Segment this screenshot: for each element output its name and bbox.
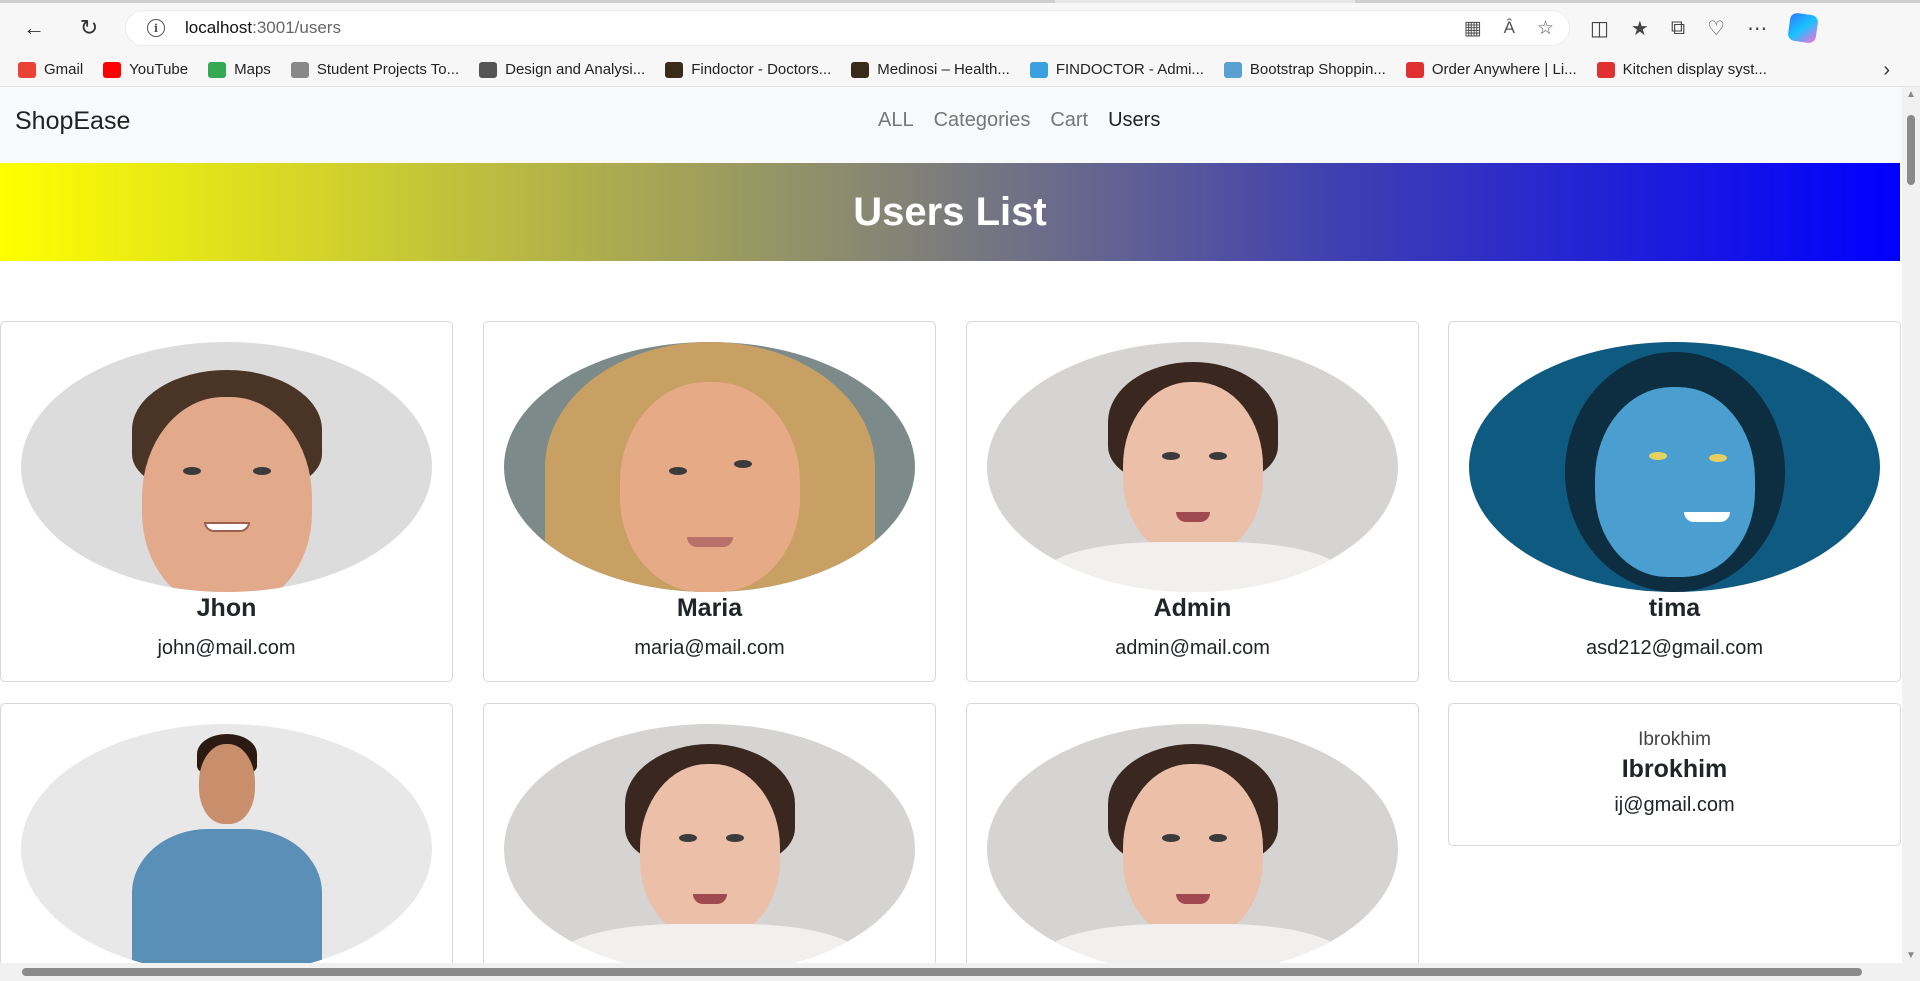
bookmarks-more-chevron-icon[interactable]: › [1883,59,1890,82]
user-name: Ibrokhim [1621,755,1728,783]
site-info-icon[interactable]: i [147,19,165,37]
user-photo [504,724,915,974]
bookmark-item[interactable]: Student Projects To... [290,61,460,78]
nav-link-users[interactable]: Users [1108,109,1160,132]
bookmark-label: Maps [234,61,271,78]
bookmark-favicon-icon [479,61,498,78]
user-email: admin@mail.com [1115,637,1270,659]
bookmark-favicon-icon [290,61,309,78]
bookmark-label: Order Anywhere | Li... [1431,61,1577,78]
read-aloud-icon[interactable]: Â [1504,18,1515,38]
bookmark-item[interactable]: Bootstrap Shoppin... [1223,61,1386,78]
user-photo [1469,342,1880,592]
split-screen-icon[interactable]: ◫ [1590,16,1609,41]
bookmark-favicon-icon [851,61,870,78]
copilot-icon[interactable] [1787,12,1819,44]
url-path: :3001/users [252,18,341,37]
bookmark-favicon-icon [208,61,227,78]
bookmark-item[interactable]: FINDOCTOR - Admi... [1029,61,1204,78]
brand-logo[interactable]: ShopEase [15,107,130,136]
user-photo [987,342,1398,592]
bookmark-label: YouTube [129,61,189,78]
bookmark-label: Student Projects To... [316,61,460,78]
user-card: Ibrokhim Ibrokhim ij@gmail.com [1448,703,1901,846]
nav-link-all[interactable]: ALL [878,109,914,132]
back-arrow-icon[interactable]: ← [17,11,51,45]
users-banner: Users List [0,163,1900,261]
user-card: Maria maria@mail.com [483,321,936,682]
address-bar[interactable]: i localhost:3001/users ▦ Â ☆ [125,10,1570,46]
user-photo [987,724,1398,974]
bookmark-favicon-icon [1596,61,1615,78]
bookmark-label: Design and Analysi... [505,61,646,78]
bookmark-favicon-icon [1405,61,1424,78]
user-email: maria@mail.com [634,637,785,659]
user-name: Jhon [196,594,257,622]
bookmark-label: Bootstrap Shoppin... [1249,61,1386,78]
page-viewport: ShopEase ALL Categories Cart Users Users… [0,87,1920,981]
bookmark-item[interactable]: Design and Analysi... [479,61,645,78]
user-photo [21,724,432,974]
user-card [483,703,936,981]
user-name: Maria [676,594,743,622]
url-host: localhost [185,18,253,37]
refresh-icon[interactable]: ↻ [72,11,106,45]
bookmark-label: FINDOCTOR - Admi... [1055,61,1204,78]
user-email: ij@gmail.com [1614,794,1735,816]
user-photo [21,342,432,592]
nav-links: ALL Categories Cart Users [878,109,1160,132]
user-card [0,703,453,981]
nav-link-cart[interactable]: Cart [1050,109,1088,132]
user-email: john@mail.com [157,637,296,659]
favorites-icon[interactable]: ★ [1631,16,1649,41]
browser-toolbar: ← ↻ i localhost:3001/users ▦ Â ☆ ◫ ★ ⧉ … [0,3,1920,53]
vertical-scrollbar[interactable]: ▲ ▼ [1902,87,1920,963]
bookmark-item[interactable]: YouTube [103,61,188,78]
bookmark-item[interactable]: Order Anywhere | Li... [1405,61,1577,78]
bookmark-label: Medinosi – Health... [877,61,1010,78]
page-title: Users List [853,189,1047,234]
favorite-star-icon[interactable]: ☆ [1537,17,1554,40]
user-card: tima asd212@gmail.com [1448,321,1901,682]
user-card: Jhon john@mail.com [0,321,453,682]
bookmarks-bar: Gmail YouTube Maps Student Projects To... De… [0,53,1920,87]
user-email: asd212@gmail.com [1585,637,1764,659]
bookmark-favicon-icon [665,61,684,78]
bookmark-label: Gmail [44,61,84,78]
bookmark-favicon-icon [103,61,122,78]
bookmark-item[interactable]: Kitchen display syst... [1596,61,1767,78]
bookmark-favicon-icon [1223,61,1242,78]
bookmark-item[interactable]: Maps [208,61,271,78]
bookmark-item[interactable]: Findoctor - Doctors... [665,61,831,78]
more-menu-icon[interactable]: ⋯ [1747,16,1767,41]
user-photo [504,342,915,592]
user-name: tima [1648,594,1701,622]
browser-essentials-icon[interactable]: ♡ [1707,16,1725,41]
user-card [966,703,1419,981]
bookmark-item[interactable]: Medinosi – Health... [851,61,1010,78]
collections-icon[interactable]: ⧉ [1671,17,1685,40]
bookmark-label: Kitchen display syst... [1622,61,1767,78]
nav-link-categories[interactable]: Categories [934,109,1031,132]
bookmark-favicon-icon [1029,61,1048,78]
user-card: Admin admin@mail.com [966,321,1419,682]
bookmark-favicon-icon [18,61,36,78]
horizontal-scrollbar[interactable] [0,963,1920,981]
broken-image-alt: Ibrokhim [1638,729,1711,750]
site-navbar: ShopEase ALL Categories Cart Users [0,87,1902,163]
bookmark-label: Findoctor - Doctors... [691,61,832,78]
app-available-icon[interactable]: ▦ [1464,17,1482,40]
bookmark-item[interactable]: Gmail [18,61,83,78]
user-name: Admin [1153,594,1232,622]
